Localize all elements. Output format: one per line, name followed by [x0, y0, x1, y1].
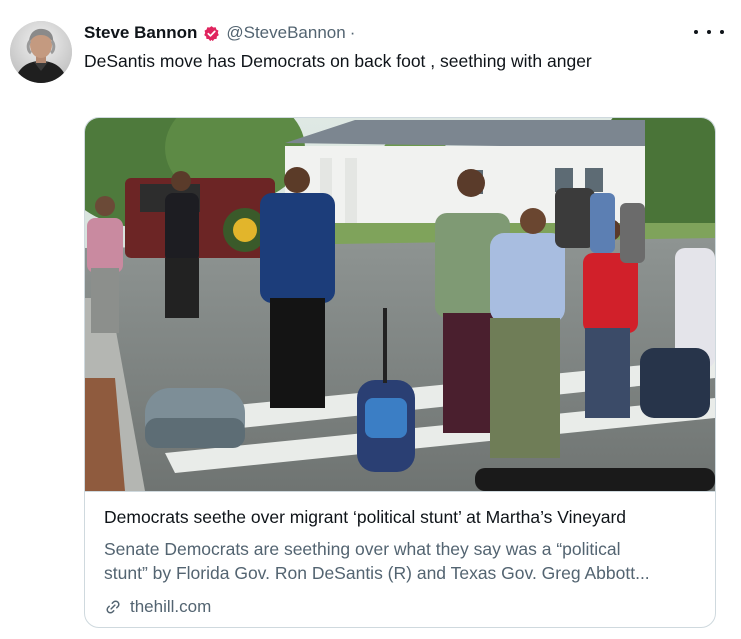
more-dots-icon	[694, 30, 698, 34]
link-preview-card[interactable]: Democrats seethe over migrant ‘political…	[84, 117, 716, 628]
card-title: Democrats seethe over migrant ‘political…	[104, 507, 627, 527]
author-avatar[interactable]	[10, 21, 72, 83]
card-description-line: Senate Democrats are seething over what …	[104, 539, 621, 559]
link-icon	[106, 600, 120, 614]
avatar-photo	[10, 21, 72, 83]
card-description-line: stunt” by Florida Gov. Ron DeSantis (R) …	[104, 563, 650, 583]
card-domain: thehill.com	[104, 597, 211, 617]
author-handle[interactable]: @SteveBannon	[226, 23, 345, 43]
tweet-text: DeSantis move has Democrats on back foot…	[84, 51, 592, 71]
author-display-name[interactable]: Steve Bannon	[84, 23, 197, 43]
tweet-header: Steve Bannon @SteveBannon ·	[84, 22, 355, 44]
card-domain-text: thehill.com	[130, 597, 212, 616]
card-image[interactable]	[85, 118, 715, 491]
verified-badge-icon	[204, 25, 220, 41]
tweet: Steve Bannon @SteveBannon · DeSantis mov…	[0, 0, 741, 639]
more-options-button[interactable]	[694, 24, 724, 40]
card-description: Senate Democrats are seething over what …	[104, 537, 694, 585]
header-separator: ·	[349, 23, 356, 42]
card-meta: Democrats seethe over migrant ‘political…	[85, 491, 715, 627]
